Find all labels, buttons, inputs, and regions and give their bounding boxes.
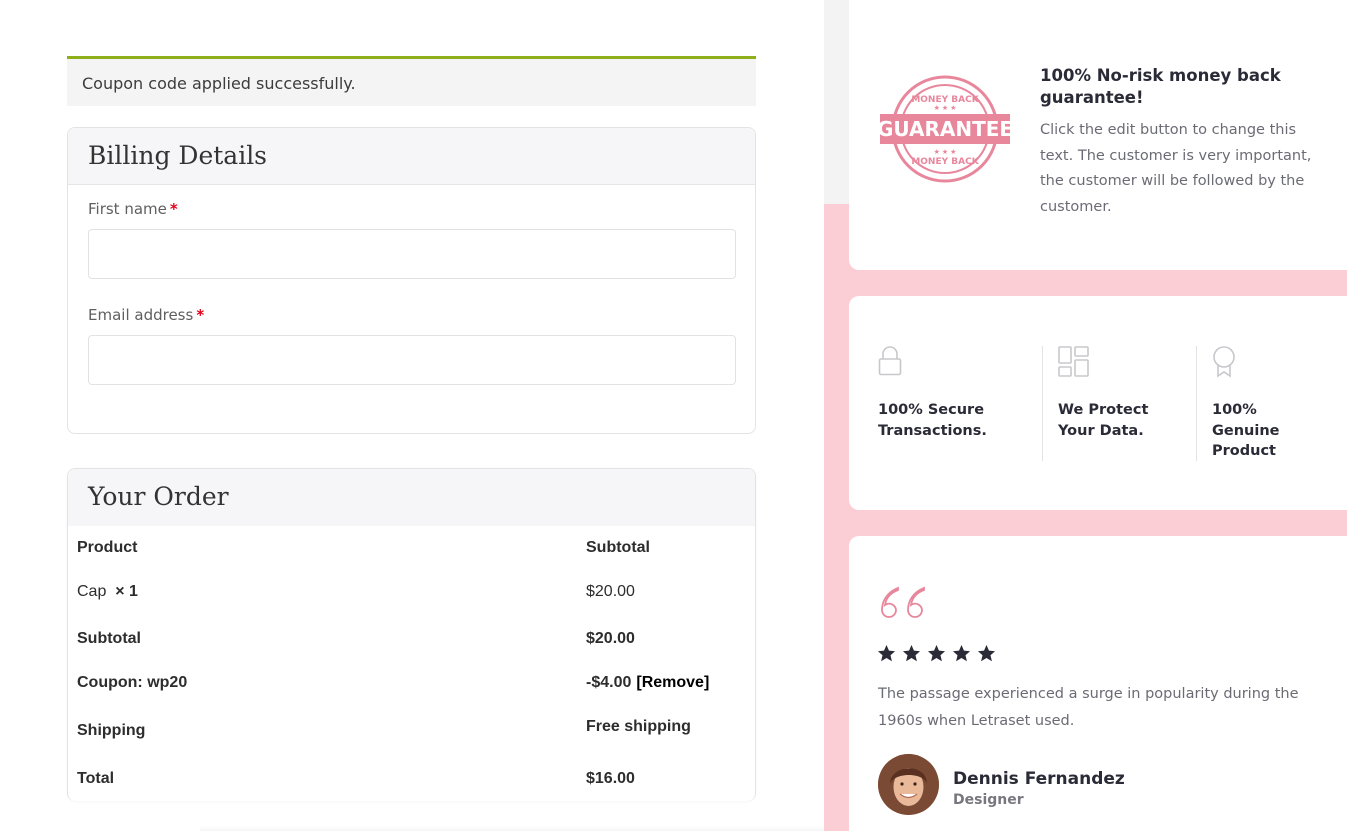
feature-genuine-label: 100% Genuine Product: [1212, 402, 1280, 459]
feature-divider: [1042, 346, 1043, 461]
notice-text: Coupon code applied successfully.: [82, 74, 356, 93]
avatar: [878, 754, 939, 815]
testimonial-text: The passage experienced a surge in popul…: [878, 686, 1299, 729]
order-title: Your Order: [68, 469, 755, 526]
first-name-label: First name *: [88, 200, 178, 218]
billing-title: Billing Details: [68, 128, 755, 185]
star-icon: [927, 644, 946, 662]
feature-divider: [1196, 346, 1197, 461]
shipping-value: Free shipping: [586, 718, 691, 735]
subtotal-label: Subtotal: [77, 630, 141, 647]
money-back-guarantee-badge-icon: GUARANTEE MONEY BACK MONEY BACK ★ ★ ★ ★ …: [878, 75, 1012, 183]
item-name: Cap: [77, 583, 107, 600]
award-icon: [1213, 346, 1235, 378]
total-label: Total: [77, 770, 115, 787]
item-qty: × 1: [115, 583, 138, 600]
subtotal-value: $20.00: [586, 630, 635, 647]
testimonial-card: The passage experienced a surge in popul…: [849, 536, 1347, 831]
features-card: 100% Secure Transactions. We Protect You…: [849, 296, 1347, 510]
email-label: Email address *: [88, 306, 205, 324]
svg-text:★ ★ ★: ★ ★ ★: [934, 148, 957, 156]
first-name-input[interactable]: [88, 229, 736, 279]
your-order-card: Your Order Product Subtotal Cap × 1 $20.…: [67, 468, 756, 801]
required-marker: *: [196, 306, 205, 324]
layout-icon: [1058, 346, 1089, 377]
star-icon: [977, 644, 996, 662]
badge-bottom-text: MONEY BACK: [911, 157, 979, 167]
guarantee-card: GUARANTEE MONEY BACK MONEY BACK ★ ★ ★ ★ …: [849, 0, 1347, 270]
feature-secure-label: 100% Secure Transactions.: [878, 402, 987, 439]
star-icon: [952, 644, 971, 662]
star-icon: [877, 644, 896, 662]
rating-stars: [877, 644, 996, 663]
lock-icon: [878, 346, 902, 376]
avatar-portrait: [878, 754, 939, 815]
billing-details-card: Billing Details First name * Email addres…: [67, 127, 756, 434]
shipping-label: Shipping: [77, 722, 146, 739]
guarantee-title: 100% No-risk money back guarantee!: [1040, 66, 1281, 107]
feature-protect-label: We Protect Your Data.: [1058, 402, 1149, 439]
email-input[interactable]: [88, 335, 736, 385]
subtotal-column-header: Subtotal: [586, 539, 650, 556]
star-icon: [902, 644, 921, 662]
testimonial-role: Designer: [953, 792, 1024, 808]
badge-top-text: MONEY BACK: [911, 95, 979, 105]
testimonial-name: Dennis Fernandez: [953, 769, 1125, 789]
quote-icon: [881, 586, 925, 618]
product-column-header: Product: [77, 539, 138, 556]
coupon-success-notice: Coupon code applied successfully.: [67, 56, 756, 106]
required-marker: *: [169, 200, 178, 218]
item-price: $20.00: [586, 583, 635, 600]
coupon-value: -$4.00: [586, 674, 632, 691]
coupon-label: Coupon: wp20: [77, 674, 188, 691]
total-value: $16.00: [586, 770, 635, 787]
guarantee-text: Click the edit button to change this tex…: [1040, 122, 1312, 216]
remove-coupon-link[interactable]: [Remove]: [636, 674, 709, 691]
badge-main-text: GUARANTEE: [878, 117, 1012, 141]
svg-text:★ ★ ★: ★ ★ ★: [934, 104, 957, 112]
